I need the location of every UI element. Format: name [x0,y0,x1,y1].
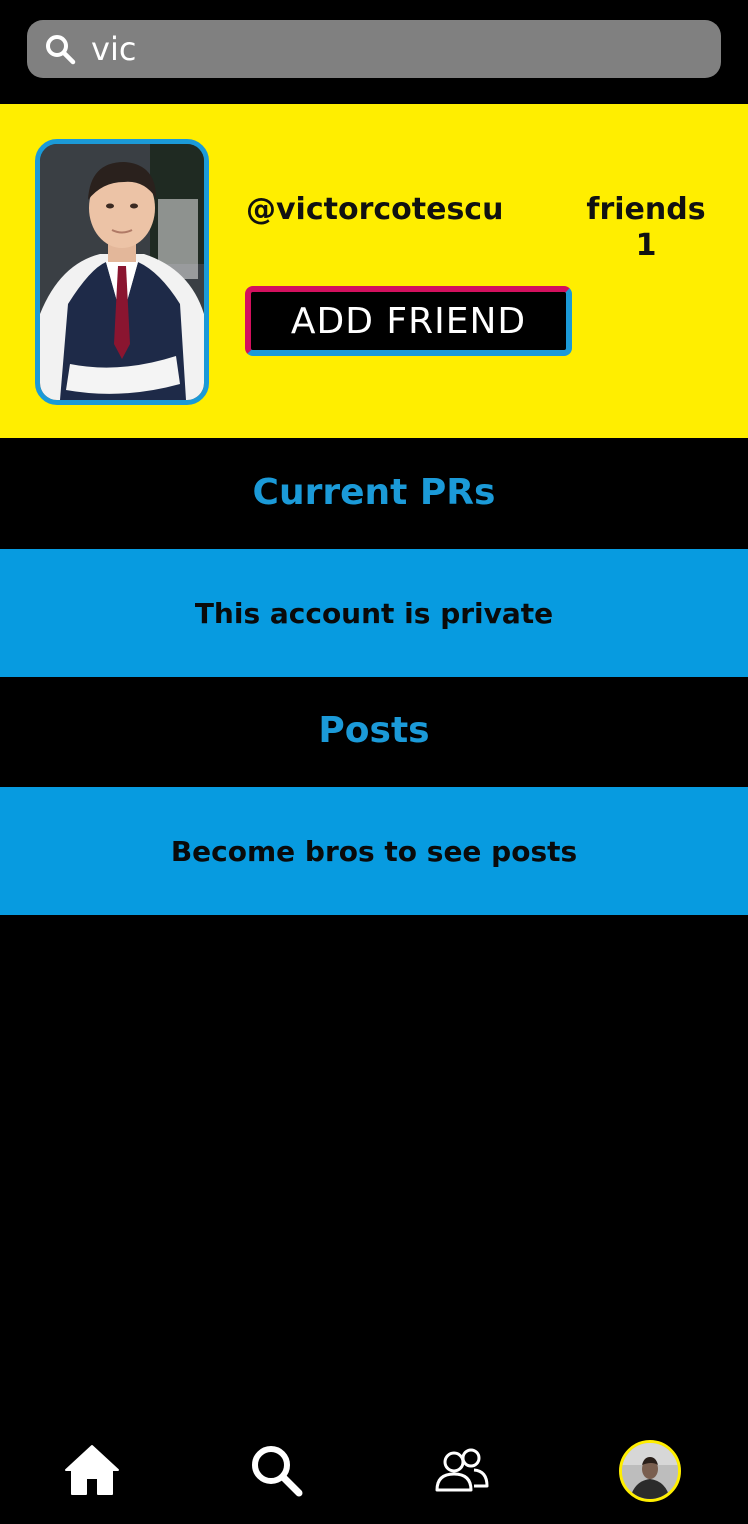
private-account-banner: This account is private [0,549,748,677]
search-input[interactable] [91,30,691,68]
nav-friends[interactable] [430,1440,494,1504]
posts-locked-banner: Become bros to see posts [0,787,748,915]
friends-stat: friends 1 [578,192,714,264]
search-icon [43,32,77,66]
search-icon [248,1442,304,1502]
add-friend-button[interactable]: ADD FRIEND [245,286,572,356]
home-icon [64,1444,120,1500]
friends-icon [434,1448,490,1496]
posts-heading: Posts [318,710,430,751]
current-prs-heading: Current PRs [252,472,496,513]
search-bar[interactable] [27,20,721,78]
nav-search[interactable] [244,1440,308,1504]
friends-label: friends [586,192,706,227]
profile-card: @victorcotescu friends 1 ADD FRIEND [0,104,748,438]
nav-profile-avatar[interactable] [619,1440,681,1502]
profile-username: @victorcotescu [246,192,504,227]
friends-count: 1 [635,228,657,263]
nav-home[interactable] [60,1440,124,1504]
bottom-nav [0,1420,748,1524]
profile-avatar [35,139,209,405]
